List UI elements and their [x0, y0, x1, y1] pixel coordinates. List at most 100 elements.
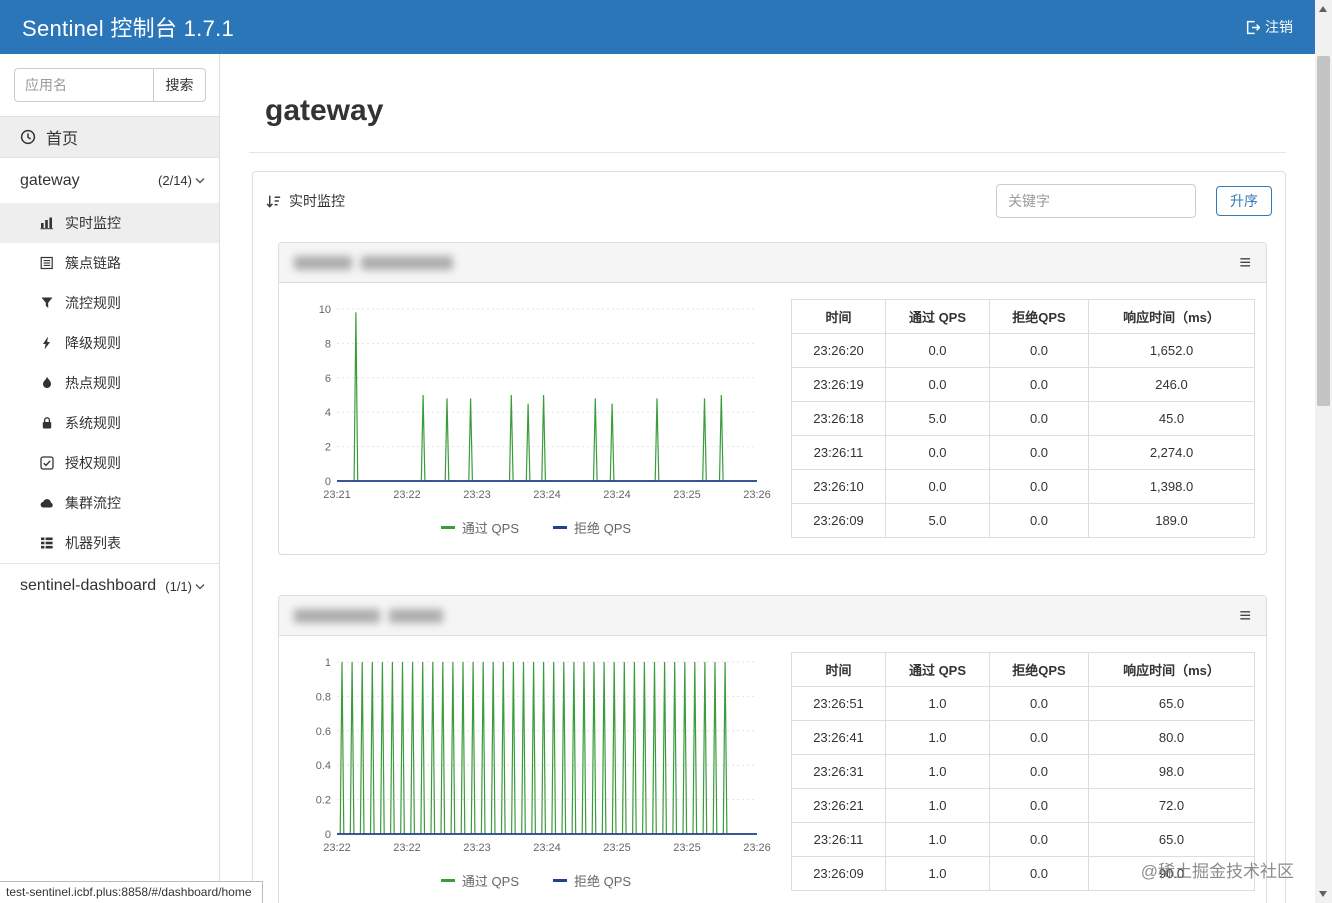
legend-dash [553, 526, 567, 529]
app-name: sentinel-dashboard [20, 577, 157, 594]
sidebar-item-label: 系统规则 [65, 415, 121, 431]
scrollbar-thumb[interactable] [1317, 56, 1330, 406]
logout-icon [1246, 20, 1260, 34]
sidebar-item[interactable]: 降级规则 [0, 323, 219, 363]
sidebar: 搜索 首页 gateway (2/14) 实时监控簇点链路流控规则降级规则热点规则… [0, 54, 220, 903]
table-cell: 23:26:51 [791, 686, 886, 721]
svg-text:23:22: 23:22 [393, 489, 421, 501]
sidebar-item[interactable]: 流控规则 [0, 283, 219, 323]
th-list-icon [41, 537, 53, 549]
legend-item: 拒绝 QPS [553, 871, 631, 890]
check-icon [40, 456, 54, 470]
table-cell: 98.0 [1088, 754, 1255, 789]
table-row: 23:26:11 1.0 0.0 65.0 [791, 822, 1255, 857]
table-cell: 0.0 [989, 503, 1089, 538]
sort-order-button[interactable]: 升序 [1216, 186, 1272, 216]
card-menu-icon[interactable]: ≡ [1239, 606, 1251, 626]
sort-amount-icon [266, 195, 281, 208]
logout-label: 注销 [1265, 19, 1293, 35]
table-header-cell: 通过 QPS [885, 652, 990, 687]
svg-text:8: 8 [325, 338, 331, 350]
chart-legend: 通过 QPS 拒绝 QPS [301, 518, 771, 537]
chart-area: 0 0.2 0.4 0.6 0.8 1 23:22 23:22 23:23 23:24 23:25 2… [301, 652, 771, 890]
table-row: 23:26:18 5.0 0.0 45.0 [791, 401, 1255, 436]
table-cell: 23:26:19 [791, 367, 886, 402]
app-search-button[interactable]: 搜索 [154, 68, 206, 102]
svg-text:23:26: 23:26 [743, 842, 771, 854]
table-cell: 0.0 [885, 367, 990, 402]
table-row: 23:26:11 0.0 0.0 2,274.0 [791, 435, 1255, 470]
legend-item: 拒绝 QPS [553, 518, 631, 537]
metric-card: ≡ 0 0.2 0.4 0.6 0.8 1 23:22 23:22 23:23 23:24 23:25… [278, 595, 1267, 903]
table-cell: 0.0 [989, 333, 1089, 368]
card-menu-icon[interactable]: ≡ [1239, 253, 1251, 273]
table-cell: 0.0 [989, 822, 1089, 857]
svg-text:23:21: 23:21 [323, 489, 351, 501]
svg-text:23:23: 23:23 [463, 842, 491, 854]
legend-item: 通过 QPS [440, 518, 519, 537]
sidebar-item[interactable]: 集群流控 [0, 483, 219, 523]
brand-title: Sentinel 控制台 1.7.1 [22, 16, 235, 41]
table-header-cell: 通过 QPS [885, 299, 990, 334]
sidebar-item-home[interactable]: 首页 [0, 116, 219, 158]
table-cell: 1.0 [885, 856, 990, 891]
sidebar-item[interactable]: 授权规则 [0, 443, 219, 483]
screen: Sentinel 控制台 1.7.1 注销 搜索 首页 gateway (2/14… [0, 0, 1332, 903]
home-label: 首页 [46, 131, 79, 148]
sidebar-item[interactable]: 簇点链路 [0, 243, 219, 283]
table-cell: 5.0 [885, 401, 990, 436]
realtime-panel: 实时监控 升序 ≡024681023:2123:2223:2323:2423:2… [252, 171, 1286, 903]
table-cell: 23:26:11 [791, 435, 886, 470]
table-cell: 2,274.0 [1088, 435, 1255, 470]
table-cell: 189.0 [1088, 503, 1255, 538]
panel-title-label: 实时监控 [289, 193, 345, 209]
table-cell: 0.0 [885, 333, 990, 368]
table-cell: 23:26:18 [791, 401, 886, 436]
chevron-down-icon [195, 178, 205, 184]
table-row: 23:26:51 1.0 0.0 65.0 [791, 686, 1255, 721]
table-cell: 0.0 [989, 469, 1089, 504]
table-cell: 72.0 [1088, 788, 1255, 823]
table-row: 23:26:10 0.0 0.0 1,398.0 [791, 469, 1255, 504]
sidebar-item[interactable]: 系统规则 [0, 403, 219, 443]
sidebar-item-label: 热点规则 [65, 375, 121, 391]
table-row: 23:26:20 0.0 0.0 1,652.0 [791, 333, 1255, 368]
svg-text:0: 0 [325, 476, 331, 488]
svg-text:0.8: 0.8 [316, 691, 331, 703]
svg-text:0.4: 0.4 [316, 760, 331, 772]
card-title-redacted [294, 608, 443, 623]
table-cell: 0.0 [989, 401, 1089, 436]
table-cell: 0.0 [989, 686, 1089, 721]
vertical-scrollbar[interactable] [1315, 0, 1332, 903]
card-title-redacted [294, 255, 453, 270]
keyword-input[interactable] [996, 184, 1196, 218]
table-cell: 23:26:41 [791, 720, 886, 755]
page-title: gateway [265, 94, 384, 127]
scrollbar-down-arrow[interactable] [1319, 891, 1327, 897]
sidebar-item[interactable]: 热点规则 [0, 363, 219, 403]
svg-text:1: 1 [325, 657, 331, 669]
sidebar-app-sentinel-dashboard[interactable]: sentinel-dashboard (1/1) [0, 563, 219, 608]
chart-legend: 通过 QPS 拒绝 QPS [301, 871, 771, 890]
svg-text:23:24: 23:24 [533, 489, 561, 501]
scrollbar-up-arrow[interactable] [1319, 6, 1327, 12]
svg-text:23:23: 23:23 [463, 489, 491, 501]
sidebar-item-label: 簇点链路 [65, 255, 121, 271]
app-count: (2/14) [158, 173, 205, 188]
watermark: @稀土掘金技术社区 [1140, 862, 1294, 881]
app-search-input[interactable] [14, 68, 154, 102]
table-cell: 1.0 [885, 686, 990, 721]
metric-card-list: ≡ 0 2 4 6 8 10 23:21 23:22 23:23 23:24 23:24 23:25 23… [253, 242, 1285, 903]
table-header-cell: 时间 [791, 652, 886, 687]
sidebar-item[interactable]: 机器列表 [0, 523, 219, 563]
lock-icon [42, 417, 52, 429]
card-header: ≡ [279, 243, 1266, 283]
sidebar-app-gateway[interactable]: gateway (2/14) [0, 158, 219, 203]
logout-link[interactable]: 注销 [1245, 17, 1293, 37]
sidebar-item[interactable]: 实时监控 [0, 203, 219, 243]
table-cell: 1,652.0 [1088, 333, 1255, 368]
sidebar-item-label: 实时监控 [65, 215, 121, 231]
legend-item: 通过 QPS [440, 871, 519, 890]
table-cell: 1.0 [885, 788, 990, 823]
panel-header: 实时监控 升序 [253, 172, 1285, 230]
